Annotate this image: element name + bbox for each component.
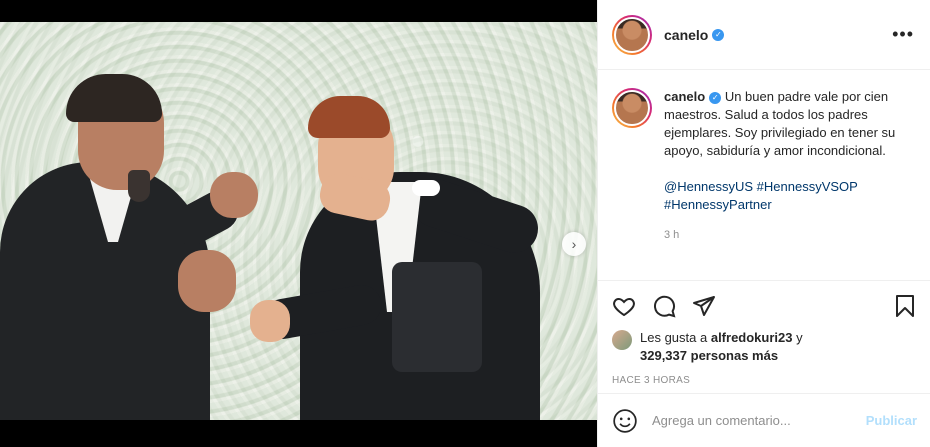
post-actions: Les gusta a alfredokuri23 y 329,337 pers… [598, 280, 930, 386]
caption-body: canelo ✓ Un buen padre vale por cien maes… [664, 88, 909, 280]
post-time-ago[interactable]: HACE 3 HORAS [612, 375, 917, 386]
next-photo-button[interactable]: › [562, 232, 586, 256]
liker-avatar[interactable] [612, 330, 632, 350]
likes-connector: y [796, 330, 803, 345]
more-horizontal-icon: ••• [892, 24, 914, 44]
caption-username[interactable]: canelo [664, 89, 705, 104]
share-icon[interactable] [692, 294, 716, 318]
comment-input[interactable] [652, 413, 866, 428]
post-side-panel: canelo ✓ ••• canelo ✓ Un buen padre vale … [597, 0, 930, 447]
heart-icon[interactable] [612, 294, 636, 318]
post-header: canelo ✓ ••• [598, 0, 930, 70]
avatar [614, 16, 650, 53]
action-icons-row [612, 291, 917, 321]
publish-button[interactable]: Publicar [866, 413, 917, 428]
media-letterbox-top [0, 0, 597, 22]
photo-father-fist-raised [210, 172, 258, 218]
likes-text[interactable]: Les gusta a alfredokuri23 y 329,337 pers… [640, 329, 803, 365]
verified-badge-icon: ✓ [712, 28, 725, 41]
photo-son-fist [250, 300, 290, 342]
likes-summary: Les gusta a alfredokuri23 y 329,337 pers… [612, 329, 917, 365]
photo-father-beard [128, 170, 150, 202]
likes-prefix: Les gusta a [640, 330, 708, 345]
post-media: › [0, 0, 597, 447]
photo-son-vest [392, 262, 482, 372]
bookmark-icon[interactable] [893, 294, 917, 318]
caption-avatar [614, 90, 650, 126]
likes-suffix[interactable]: personas más [691, 348, 778, 363]
caption-text-block: canelo ✓ Un buen padre vale por cien maes… [664, 88, 909, 160]
liker-username[interactable]: alfredokuri23 [711, 330, 793, 345]
photo-son-boutonniere [412, 180, 440, 196]
more-options-button[interactable]: ••• [892, 24, 914, 45]
caption-story-ring[interactable] [612, 88, 652, 128]
story-ring[interactable] [612, 14, 652, 55]
media-letterbox-bottom [0, 420, 597, 447]
header-username[interactable]: canelo [664, 27, 708, 43]
caption-verified-badge-icon: ✓ [709, 91, 722, 104]
comment-icon[interactable] [652, 294, 676, 318]
emoji-icon[interactable] [612, 408, 638, 434]
likes-count[interactable]: 329,337 [640, 348, 687, 363]
photo-son-hair [308, 96, 390, 138]
post-photo[interactable]: › [0, 22, 597, 420]
photo-father-fist [178, 250, 236, 312]
photo-father-hair [66, 74, 162, 122]
chevron-right-icon: › [571, 236, 577, 252]
comment-box: Publicar [598, 393, 930, 447]
caption: canelo ✓ Un buen padre vale por cien maes… [598, 70, 930, 280]
caption-hashtags[interactable]: @HennessyUS #HennessyVSOP #HennessyPartn… [664, 178, 909, 214]
caption-timestamp: 3 h [664, 229, 680, 241]
instagram-post: › canelo ✓ ••• canelo ✓ Un buen padre val… [0, 0, 930, 447]
